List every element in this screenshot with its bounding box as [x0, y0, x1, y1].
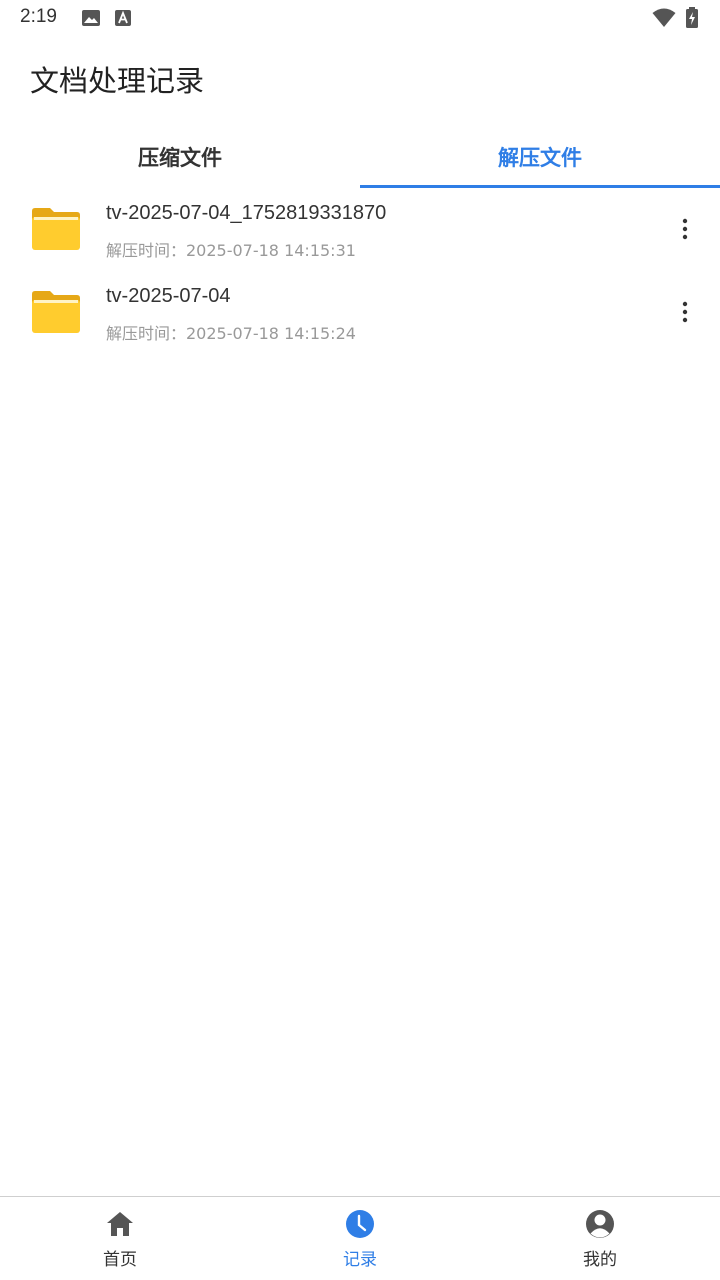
nav-label: 我的: [583, 1250, 617, 1270]
nav-item-records[interactable]: 记录: [240, 1197, 480, 1280]
bottom-nav: 首页 记录 我的: [0, 1196, 720, 1280]
status-time: 2:19: [20, 6, 57, 27]
tab-extracted-files[interactable]: 解压文件: [360, 126, 720, 188]
image-icon: [82, 10, 100, 26]
battery-charging-icon: [686, 7, 698, 28]
clock-icon: [346, 1210, 374, 1238]
file-list: tv-2025-07-04_1752819331870 解压时间：2025-07…: [0, 188, 720, 354]
page-title: 文档处理记录: [30, 64, 205, 98]
text-a-icon: [115, 10, 131, 26]
file-time: 解压时间：2025-07-18 14:15:31: [106, 241, 356, 260]
file-name: tv-2025-07-04: [106, 285, 231, 307]
list-item[interactable]: tv-2025-07-04_1752819331870 解压时间：2025-07…: [0, 188, 720, 271]
nav-item-home[interactable]: 首页: [0, 1197, 240, 1280]
list-item[interactable]: tv-2025-07-04 解压时间：2025-07-18 14:15:24: [0, 271, 720, 354]
folder-icon: [32, 208, 80, 250]
file-time: 解压时间：2025-07-18 14:15:24: [106, 324, 356, 343]
user-icon: [586, 1210, 614, 1238]
more-vertical-icon: [682, 218, 688, 240]
nav-label: 首页: [103, 1250, 137, 1270]
folder-icon: [32, 291, 80, 333]
tab-bar: 压缩文件 解压文件: [0, 126, 720, 188]
status-bar: 2:19: [0, 0, 720, 38]
home-icon: [107, 1212, 133, 1236]
more-options-button[interactable]: [670, 297, 700, 327]
more-options-button[interactable]: [670, 214, 700, 244]
nav-label: 记录: [343, 1250, 377, 1270]
wifi-icon: [652, 8, 676, 27]
more-vertical-icon: [682, 301, 688, 323]
nav-item-profile[interactable]: 我的: [480, 1197, 720, 1280]
file-name: tv-2025-07-04_1752819331870: [106, 202, 387, 224]
tab-label: 解压文件: [498, 146, 582, 170]
tab-compressed-files[interactable]: 压缩文件: [0, 126, 360, 188]
tab-label: 压缩文件: [138, 146, 222, 170]
